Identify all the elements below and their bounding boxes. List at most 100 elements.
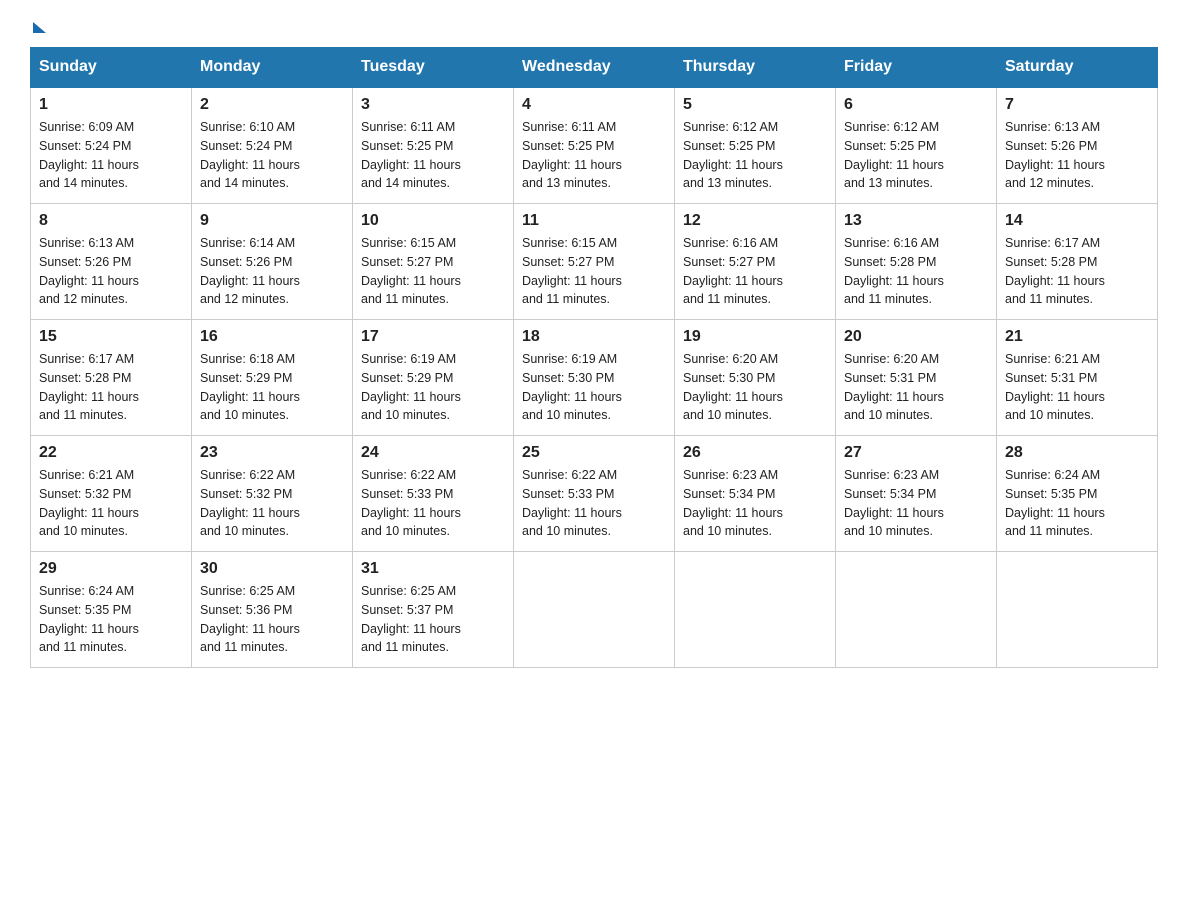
calendar-week-5: 29 Sunrise: 6:24 AMSunset: 5:35 PMDaylig… bbox=[31, 552, 1158, 668]
day-info: Sunrise: 6:24 AMSunset: 5:35 PMDaylight:… bbox=[39, 584, 139, 654]
day-number: 3 bbox=[361, 96, 505, 114]
calendar-cell bbox=[514, 552, 675, 668]
calendar-cell: 20 Sunrise: 6:20 AMSunset: 5:31 PMDaylig… bbox=[836, 320, 997, 436]
logo bbox=[30, 20, 46, 27]
day-info: Sunrise: 6:19 AMSunset: 5:30 PMDaylight:… bbox=[522, 352, 622, 422]
day-info: Sunrise: 6:17 AMSunset: 5:28 PMDaylight:… bbox=[1005, 236, 1105, 306]
calendar-cell: 23 Sunrise: 6:22 AMSunset: 5:32 PMDaylig… bbox=[192, 436, 353, 552]
day-info: Sunrise: 6:21 AMSunset: 5:31 PMDaylight:… bbox=[1005, 352, 1105, 422]
day-number: 26 bbox=[683, 444, 827, 462]
calendar-cell: 22 Sunrise: 6:21 AMSunset: 5:32 PMDaylig… bbox=[31, 436, 192, 552]
day-number: 25 bbox=[522, 444, 666, 462]
calendar-header-monday: Monday bbox=[192, 48, 353, 88]
calendar-cell: 2 Sunrise: 6:10 AMSunset: 5:24 PMDayligh… bbox=[192, 87, 353, 204]
day-number: 4 bbox=[522, 96, 666, 114]
calendar-table: SundayMondayTuesdayWednesdayThursdayFrid… bbox=[30, 47, 1158, 668]
day-info: Sunrise: 6:15 AMSunset: 5:27 PMDaylight:… bbox=[361, 236, 461, 306]
calendar-cell: 10 Sunrise: 6:15 AMSunset: 5:27 PMDaylig… bbox=[353, 204, 514, 320]
day-info: Sunrise: 6:25 AMSunset: 5:37 PMDaylight:… bbox=[361, 584, 461, 654]
day-info: Sunrise: 6:09 AMSunset: 5:24 PMDaylight:… bbox=[39, 120, 139, 190]
day-info: Sunrise: 6:25 AMSunset: 5:36 PMDaylight:… bbox=[200, 584, 300, 654]
calendar-cell: 9 Sunrise: 6:14 AMSunset: 5:26 PMDayligh… bbox=[192, 204, 353, 320]
day-info: Sunrise: 6:12 AMSunset: 5:25 PMDaylight:… bbox=[683, 120, 783, 190]
calendar-cell: 12 Sunrise: 6:16 AMSunset: 5:27 PMDaylig… bbox=[675, 204, 836, 320]
day-info: Sunrise: 6:20 AMSunset: 5:30 PMDaylight:… bbox=[683, 352, 783, 422]
day-info: Sunrise: 6:16 AMSunset: 5:27 PMDaylight:… bbox=[683, 236, 783, 306]
day-number: 18 bbox=[522, 328, 666, 346]
day-info: Sunrise: 6:23 AMSunset: 5:34 PMDaylight:… bbox=[844, 468, 944, 538]
day-number: 12 bbox=[683, 212, 827, 230]
calendar-cell: 28 Sunrise: 6:24 AMSunset: 5:35 PMDaylig… bbox=[997, 436, 1158, 552]
calendar-cell: 30 Sunrise: 6:25 AMSunset: 5:36 PMDaylig… bbox=[192, 552, 353, 668]
day-number: 16 bbox=[200, 328, 344, 346]
day-info: Sunrise: 6:10 AMSunset: 5:24 PMDaylight:… bbox=[200, 120, 300, 190]
day-number: 27 bbox=[844, 444, 988, 462]
calendar-header-row: SundayMondayTuesdayWednesdayThursdayFrid… bbox=[31, 48, 1158, 88]
calendar-cell: 15 Sunrise: 6:17 AMSunset: 5:28 PMDaylig… bbox=[31, 320, 192, 436]
day-number: 10 bbox=[361, 212, 505, 230]
calendar-header-saturday: Saturday bbox=[997, 48, 1158, 88]
calendar-cell: 29 Sunrise: 6:24 AMSunset: 5:35 PMDaylig… bbox=[31, 552, 192, 668]
day-info: Sunrise: 6:13 AMSunset: 5:26 PMDaylight:… bbox=[1005, 120, 1105, 190]
calendar-cell: 14 Sunrise: 6:17 AMSunset: 5:28 PMDaylig… bbox=[997, 204, 1158, 320]
calendar-cell: 4 Sunrise: 6:11 AMSunset: 5:25 PMDayligh… bbox=[514, 87, 675, 204]
calendar-week-4: 22 Sunrise: 6:21 AMSunset: 5:32 PMDaylig… bbox=[31, 436, 1158, 552]
day-info: Sunrise: 6:22 AMSunset: 5:33 PMDaylight:… bbox=[522, 468, 622, 538]
calendar-header-tuesday: Tuesday bbox=[353, 48, 514, 88]
calendar-cell: 13 Sunrise: 6:16 AMSunset: 5:28 PMDaylig… bbox=[836, 204, 997, 320]
day-info: Sunrise: 6:23 AMSunset: 5:34 PMDaylight:… bbox=[683, 468, 783, 538]
calendar-cell: 1 Sunrise: 6:09 AMSunset: 5:24 PMDayligh… bbox=[31, 87, 192, 204]
day-info: Sunrise: 6:18 AMSunset: 5:29 PMDaylight:… bbox=[200, 352, 300, 422]
day-info: Sunrise: 6:11 AMSunset: 5:25 PMDaylight:… bbox=[361, 120, 461, 190]
calendar-cell: 27 Sunrise: 6:23 AMSunset: 5:34 PMDaylig… bbox=[836, 436, 997, 552]
day-number: 8 bbox=[39, 212, 183, 230]
calendar-cell: 31 Sunrise: 6:25 AMSunset: 5:37 PMDaylig… bbox=[353, 552, 514, 668]
day-info: Sunrise: 6:19 AMSunset: 5:29 PMDaylight:… bbox=[361, 352, 461, 422]
day-number: 30 bbox=[200, 560, 344, 578]
day-info: Sunrise: 6:14 AMSunset: 5:26 PMDaylight:… bbox=[200, 236, 300, 306]
calendar-cell: 6 Sunrise: 6:12 AMSunset: 5:25 PMDayligh… bbox=[836, 87, 997, 204]
day-number: 19 bbox=[683, 328, 827, 346]
day-number: 1 bbox=[39, 96, 183, 114]
day-number: 22 bbox=[39, 444, 183, 462]
day-number: 6 bbox=[844, 96, 988, 114]
calendar-body: 1 Sunrise: 6:09 AMSunset: 5:24 PMDayligh… bbox=[31, 87, 1158, 668]
day-number: 24 bbox=[361, 444, 505, 462]
calendar-cell: 16 Sunrise: 6:18 AMSunset: 5:29 PMDaylig… bbox=[192, 320, 353, 436]
calendar-header-friday: Friday bbox=[836, 48, 997, 88]
day-number: 31 bbox=[361, 560, 505, 578]
day-number: 5 bbox=[683, 96, 827, 114]
calendar-week-1: 1 Sunrise: 6:09 AMSunset: 5:24 PMDayligh… bbox=[31, 87, 1158, 204]
calendar-cell bbox=[997, 552, 1158, 668]
page-header bbox=[30, 20, 1158, 27]
calendar-cell: 8 Sunrise: 6:13 AMSunset: 5:26 PMDayligh… bbox=[31, 204, 192, 320]
day-info: Sunrise: 6:12 AMSunset: 5:25 PMDaylight:… bbox=[844, 120, 944, 190]
day-number: 13 bbox=[844, 212, 988, 230]
day-info: Sunrise: 6:22 AMSunset: 5:32 PMDaylight:… bbox=[200, 468, 300, 538]
calendar-cell: 17 Sunrise: 6:19 AMSunset: 5:29 PMDaylig… bbox=[353, 320, 514, 436]
day-number: 23 bbox=[200, 444, 344, 462]
day-info: Sunrise: 6:17 AMSunset: 5:28 PMDaylight:… bbox=[39, 352, 139, 422]
calendar-cell bbox=[675, 552, 836, 668]
calendar-cell: 25 Sunrise: 6:22 AMSunset: 5:33 PMDaylig… bbox=[514, 436, 675, 552]
day-info: Sunrise: 6:16 AMSunset: 5:28 PMDaylight:… bbox=[844, 236, 944, 306]
day-info: Sunrise: 6:20 AMSunset: 5:31 PMDaylight:… bbox=[844, 352, 944, 422]
day-info: Sunrise: 6:21 AMSunset: 5:32 PMDaylight:… bbox=[39, 468, 139, 538]
calendar-cell: 7 Sunrise: 6:13 AMSunset: 5:26 PMDayligh… bbox=[997, 87, 1158, 204]
day-info: Sunrise: 6:22 AMSunset: 5:33 PMDaylight:… bbox=[361, 468, 461, 538]
calendar-week-3: 15 Sunrise: 6:17 AMSunset: 5:28 PMDaylig… bbox=[31, 320, 1158, 436]
day-number: 2 bbox=[200, 96, 344, 114]
day-number: 11 bbox=[522, 212, 666, 230]
calendar-cell: 24 Sunrise: 6:22 AMSunset: 5:33 PMDaylig… bbox=[353, 436, 514, 552]
calendar-cell: 26 Sunrise: 6:23 AMSunset: 5:34 PMDaylig… bbox=[675, 436, 836, 552]
day-number: 29 bbox=[39, 560, 183, 578]
day-number: 14 bbox=[1005, 212, 1149, 230]
calendar-header-sunday: Sunday bbox=[31, 48, 192, 88]
calendar-cell: 3 Sunrise: 6:11 AMSunset: 5:25 PMDayligh… bbox=[353, 87, 514, 204]
day-number: 7 bbox=[1005, 96, 1149, 114]
day-number: 17 bbox=[361, 328, 505, 346]
day-number: 15 bbox=[39, 328, 183, 346]
calendar-header-thursday: Thursday bbox=[675, 48, 836, 88]
day-info: Sunrise: 6:11 AMSunset: 5:25 PMDaylight:… bbox=[522, 120, 622, 190]
calendar-cell: 21 Sunrise: 6:21 AMSunset: 5:31 PMDaylig… bbox=[997, 320, 1158, 436]
